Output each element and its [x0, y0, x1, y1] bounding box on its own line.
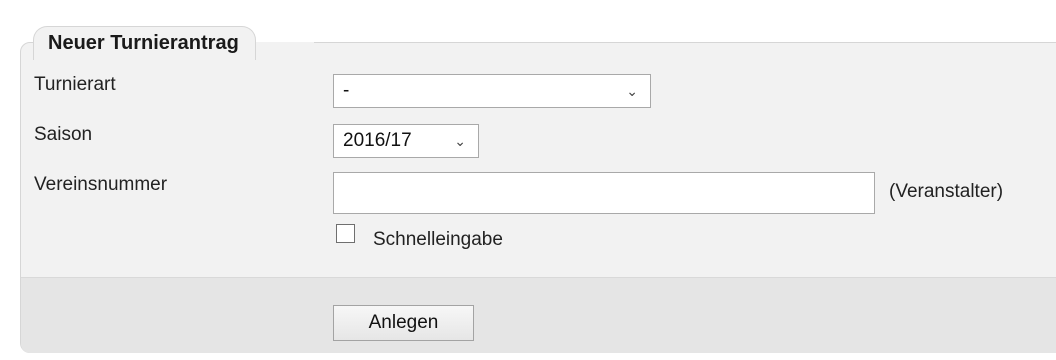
veranstalter-hint: (Veranstalter) [889, 181, 1004, 202]
anlegen-button[interactable]: Anlegen [333, 305, 474, 341]
form-footer [21, 277, 1056, 353]
schnelleingabe-checkbox[interactable] [336, 224, 355, 243]
vereinsnummer-label: Vereinsnummer [34, 174, 168, 195]
turnierart-select[interactable]: - ⌄ [333, 74, 651, 108]
saison-label: Saison [34, 124, 93, 145]
turnierart-selected-value: - [343, 80, 350, 101]
saison-select[interactable]: 2016/17 ⌄ [333, 124, 479, 158]
schnelleingabe-label[interactable]: Schnelleingabe [373, 229, 503, 251]
chevron-down-icon: ⌄ [454, 133, 466, 149]
form-legend: Neuer Turnierantrag [33, 26, 256, 60]
vereinsnummer-input[interactable] [333, 172, 875, 214]
turnierart-label: Turnierart [34, 74, 116, 95]
chevron-down-icon: ⌄ [626, 83, 638, 99]
saison-selected-value: 2016/17 [343, 130, 412, 151]
